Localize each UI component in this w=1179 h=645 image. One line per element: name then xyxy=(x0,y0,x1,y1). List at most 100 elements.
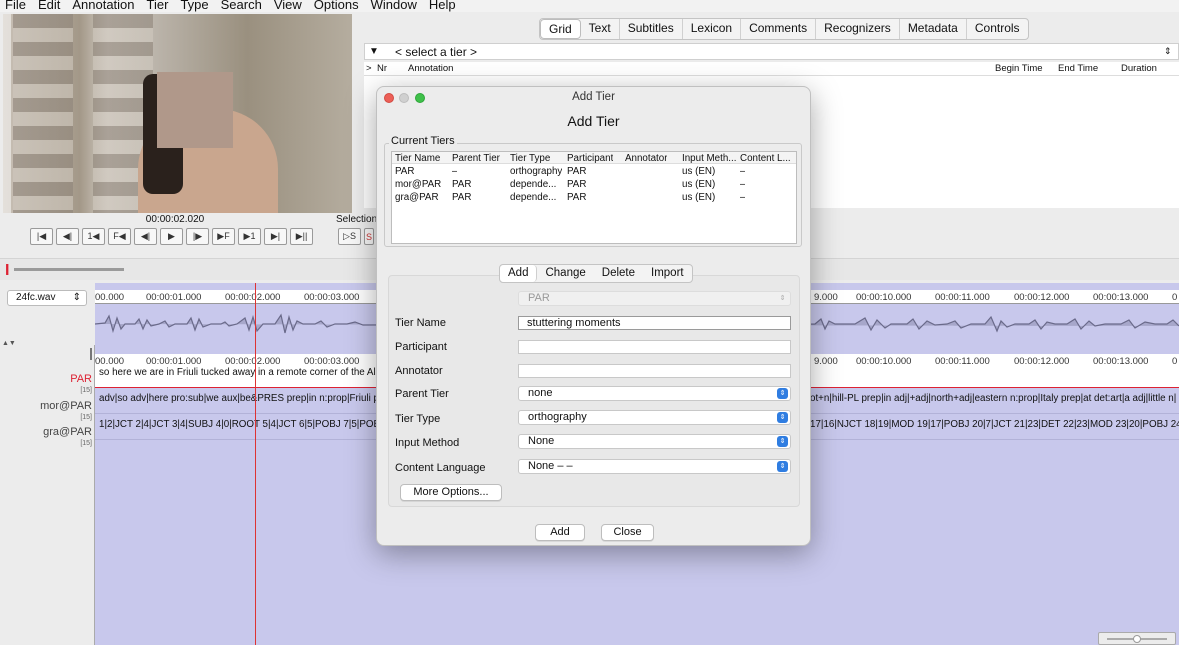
curtain-decor xyxy=(3,14,11,213)
tier-label-mor[interactable]: mor@PAR [15] xyxy=(0,401,92,423)
menu-options[interactable]: Options xyxy=(309,0,366,11)
tier-type-select[interactable]: orthography ⇕ xyxy=(518,410,791,425)
annotation-text[interactable]: so here we are in Friuli tucked away in … xyxy=(99,367,381,378)
menu-window[interactable]: Window xyxy=(366,0,424,11)
next-boundary-button[interactable]: |▶ xyxy=(186,228,209,245)
step-forward-second-button[interactable]: ▶1 xyxy=(238,228,261,245)
col-participant[interactable]: Participant xyxy=(567,153,613,164)
next-frame-button[interactable]: ▶| xyxy=(264,228,287,245)
minimize-window-icon[interactable] xyxy=(399,93,409,103)
grid-tier-select[interactable]: ▼ < select a tier > ⇕ xyxy=(364,43,1179,60)
zoom-slider-knob[interactable] xyxy=(1133,635,1141,643)
tier-count: [15] xyxy=(80,387,92,394)
tab-grid[interactable]: Grid xyxy=(540,19,581,39)
close-window-icon[interactable] xyxy=(384,93,394,103)
annotation-text[interactable]: 17|16|NJCT 18|19|MOD 19|17|POBJ 20|7|JCT… xyxy=(810,418,1179,432)
more-options-button[interactable]: More Options... xyxy=(400,484,502,501)
menu-search[interactable]: Search xyxy=(216,0,269,11)
parent-tier-label: Parent Tier xyxy=(395,388,449,400)
dropdown-arrow-icon[interactable]: ▼ xyxy=(365,46,383,57)
tab-text[interactable]: Text xyxy=(581,19,620,39)
dialog-heading: Add Tier xyxy=(567,113,620,129)
ruler-tick: 00:00:02.000 xyxy=(225,292,281,303)
blurred-face xyxy=(157,72,233,148)
close-button[interactable]: Close xyxy=(601,524,654,541)
menu-tier[interactable]: Tier xyxy=(142,0,176,11)
ruler-tick: 0 xyxy=(1172,292,1178,303)
tab-metadata[interactable]: Metadata xyxy=(900,19,967,39)
menu-type[interactable]: Type xyxy=(175,0,215,11)
step-back-frame-button[interactable]: F◀ xyxy=(108,228,131,245)
grid-col-begin-time[interactable]: Begin Time xyxy=(995,63,1043,74)
tier-count: [15] xyxy=(80,440,92,447)
tab-import[interactable]: Import xyxy=(643,265,692,282)
participant-label: Participant xyxy=(395,341,447,353)
previous-boundary-button[interactable]: ◀| xyxy=(134,228,157,245)
tab-controls[interactable]: Controls xyxy=(967,19,1028,39)
menu-help[interactable]: Help xyxy=(424,0,463,11)
ruler-tick: 9.000 xyxy=(814,292,838,303)
tier-name-input[interactable]: stuttering moments xyxy=(518,316,791,330)
col-tier-type[interactable]: Tier Type xyxy=(510,153,550,164)
current-tiers-label: Current Tiers xyxy=(389,135,457,147)
step-forward-frame-button[interactable]: ▶F xyxy=(212,228,235,245)
dialog-titlebar: Add Tier xyxy=(377,87,810,107)
cell-parent-tier: PAR xyxy=(452,192,472,203)
selection-label: Selection: xyxy=(336,214,380,225)
tier-name-label: Tier Name xyxy=(395,317,446,329)
col-content-language[interactable]: Content L... xyxy=(740,153,796,164)
col-parent-tier[interactable]: Parent Tier xyxy=(452,153,500,164)
tab-add[interactable]: Add xyxy=(500,265,538,282)
col-tier-name[interactable]: Tier Name xyxy=(395,153,440,164)
cell-tier-name: mor@PAR xyxy=(395,179,442,190)
grid-col-annotation[interactable]: Annotation xyxy=(408,63,453,74)
tab-change[interactable]: Change xyxy=(537,265,593,282)
menu-file[interactable]: File xyxy=(0,0,33,11)
parent-tier-select[interactable]: none ⇕ xyxy=(518,386,791,401)
grid-col-arrow[interactable]: > xyxy=(366,63,372,74)
annotation-text[interactable]: ot+n|hill-PL prep|in adj|+adj|north+adj|… xyxy=(810,392,1176,406)
go-to-begin-button[interactable]: |◀ xyxy=(30,228,53,245)
updown-chevron-icon: ⇕ xyxy=(777,461,788,472)
media-file-select[interactable]: 24fc.wav ⇕ xyxy=(7,290,87,306)
ruler-tick: 00:00:13.000 xyxy=(1093,292,1149,303)
tab-recognizers[interactable]: Recognizers xyxy=(816,19,900,39)
zoom-window-icon[interactable] xyxy=(415,93,425,103)
col-annotator[interactable]: Annotator xyxy=(625,153,667,164)
tab-comments[interactable]: Comments xyxy=(741,19,817,39)
menu-annotation[interactable]: Annotation xyxy=(67,0,141,11)
zoom-slider[interactable] xyxy=(1098,632,1176,645)
participant-input[interactable] xyxy=(518,340,791,354)
previous-frame-button[interactable]: ◀| xyxy=(56,228,79,245)
video-viewer[interactable] xyxy=(3,14,352,213)
add-button[interactable]: Add xyxy=(535,524,585,541)
tier-label-gra[interactable]: gra@PAR [15] xyxy=(0,427,92,449)
play-button[interactable]: ▶ xyxy=(160,228,183,245)
selection-mode-button[interactable]: S xyxy=(364,228,374,245)
tab-subtitles[interactable]: Subtitles xyxy=(620,19,683,39)
play-selection-button[interactable]: ▷S xyxy=(338,228,361,245)
go-to-end-button[interactable]: ▶|| xyxy=(290,228,313,245)
grid-col-end-time[interactable]: End Time xyxy=(1058,63,1098,74)
input-method-label: Input Method xyxy=(395,437,460,449)
tier-splitter[interactable] xyxy=(90,348,92,360)
timeline-scroll-slider[interactable] xyxy=(14,268,124,271)
step-back-second-button[interactable]: 1◀ xyxy=(82,228,105,245)
annotation-text[interactable]: 1|2|JCT 2|4|JCT 3|4|SUBJ 4|0|ROOT 5|4|JC… xyxy=(99,419,385,430)
col-input-method[interactable]: Input Meth... xyxy=(682,153,738,164)
tier-label-par[interactable]: PAR [15] xyxy=(0,374,92,396)
cell-input-method: us (EN) xyxy=(682,192,716,203)
annotation-text[interactable]: adv|so adv|here pro:sub|we aux|be&PRES p… xyxy=(99,393,379,404)
menu-view[interactable]: View xyxy=(269,0,309,11)
tab-lexicon[interactable]: Lexicon xyxy=(683,19,742,39)
content-language-select[interactable]: None – – ⇕ xyxy=(518,459,791,474)
tab-delete[interactable]: Delete xyxy=(594,265,643,282)
annotator-input[interactable] xyxy=(518,364,791,378)
cell-tier-type: depende... xyxy=(510,179,557,190)
menu-edit[interactable]: Edit xyxy=(33,0,67,11)
input-method-select[interactable]: None ⇕ xyxy=(518,434,791,449)
collapse-arrows-icon[interactable]: ▲▼ xyxy=(2,340,16,347)
grid-col-duration[interactable]: Duration xyxy=(1121,63,1157,74)
ruler-tick: 00:00:01.000 xyxy=(146,292,202,303)
grid-col-nr[interactable]: Nr xyxy=(377,63,387,74)
